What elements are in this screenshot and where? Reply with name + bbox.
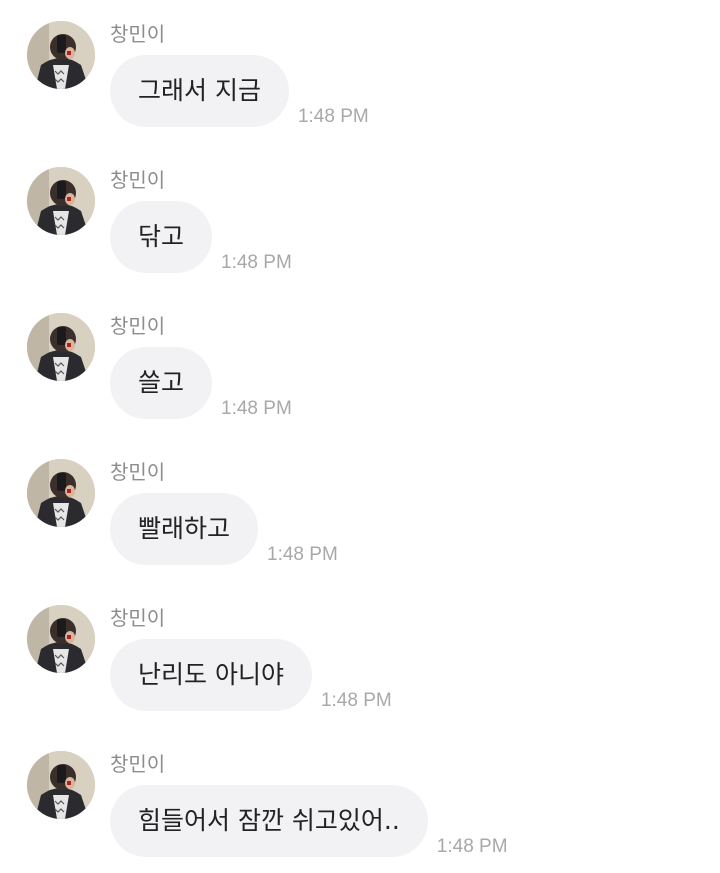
message-timestamp: 1:48 PM bbox=[221, 252, 292, 273]
profile-photo-icon bbox=[27, 167, 95, 235]
message-row: 힘들어서 잠깐 쉬고있어.. 1:48 PM bbox=[110, 785, 508, 857]
message-group: 창민이 그래서 지금 1:48 PM bbox=[0, 0, 720, 130]
message-row: 난리도 아니야 1:48 PM bbox=[110, 639, 392, 711]
message-row: 쓸고 1:48 PM bbox=[110, 347, 292, 419]
sender-name: 창민이 bbox=[110, 314, 166, 338]
message-group: 창민이 쓸고 1:48 PM bbox=[0, 292, 720, 422]
message-bubble[interactable]: 힘들어서 잠깐 쉬고있어.. bbox=[110, 785, 428, 857]
avatar[interactable] bbox=[27, 313, 95, 381]
avatar[interactable] bbox=[27, 751, 95, 819]
profile-photo-icon bbox=[27, 313, 95, 381]
message-group: 창민이 난리도 아니야 1:48 PM bbox=[0, 584, 720, 714]
avatar[interactable] bbox=[27, 459, 95, 527]
message-group: 창민이 힘들어서 잠깐 쉬고있어.. 1:48 PM bbox=[0, 730, 720, 860]
message-timestamp: 1:48 PM bbox=[297, 106, 369, 127]
avatar[interactable] bbox=[27, 167, 95, 235]
sender-name: 창민이 bbox=[110, 460, 166, 484]
sender-name: 창민이 bbox=[110, 168, 166, 192]
profile-photo-icon bbox=[27, 605, 95, 673]
chat-message-list: 창민이 그래서 지금 1:48 PM 창민이 닦고 1:48 PM 창민이 쓸고… bbox=[0, 0, 720, 873]
message-group: 창민이 닦고 1:48 PM bbox=[0, 146, 720, 276]
avatar[interactable] bbox=[27, 21, 95, 89]
sender-name: 창민이 bbox=[110, 752, 166, 776]
message-bubble[interactable]: 쓸고 bbox=[110, 347, 213, 419]
profile-photo-icon bbox=[27, 751, 95, 819]
sender-name: 창민이 bbox=[110, 22, 166, 46]
avatar[interactable] bbox=[27, 605, 95, 673]
message-row: 그래서 지금 1:48 PM bbox=[110, 55, 369, 127]
profile-photo-icon bbox=[27, 459, 95, 527]
message-bubble[interactable]: 닦고 bbox=[110, 201, 213, 273]
message-bubble[interactable]: 그래서 지금 bbox=[110, 55, 289, 127]
sender-name: 창민이 bbox=[110, 606, 166, 630]
message-row: 닦고 1:48 PM bbox=[110, 201, 292, 273]
message-timestamp: 1:48 PM bbox=[436, 836, 508, 857]
message-timestamp: 1:48 PM bbox=[221, 398, 292, 419]
profile-photo-icon bbox=[27, 21, 95, 89]
message-row: 빨래하고 1:48 PM bbox=[110, 493, 338, 565]
message-timestamp: 1:48 PM bbox=[267, 544, 338, 565]
message-bubble[interactable]: 난리도 아니야 bbox=[110, 639, 312, 711]
message-bubble[interactable]: 빨래하고 bbox=[110, 493, 259, 565]
message-group: 창민이 빨래하고 1:48 PM bbox=[0, 438, 720, 568]
message-timestamp: 1:48 PM bbox=[320, 690, 392, 711]
